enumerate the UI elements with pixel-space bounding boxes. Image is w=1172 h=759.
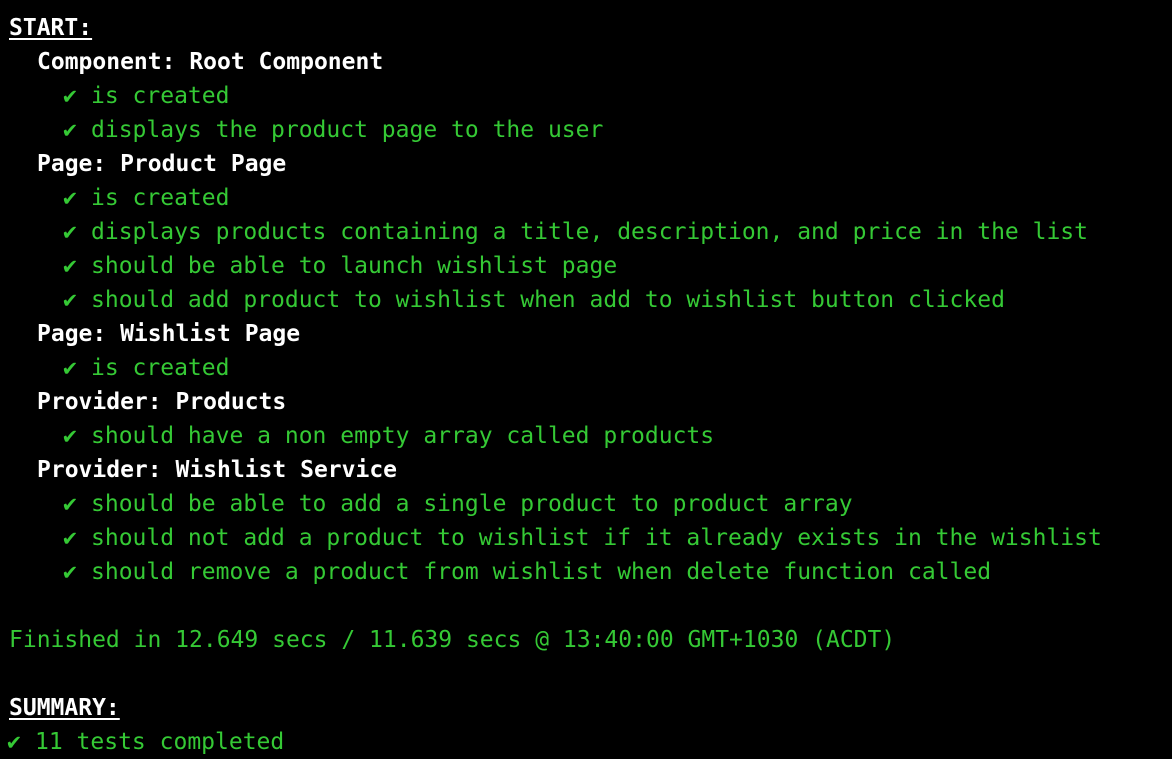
test-name: should not add a product to wishlist if …	[91, 525, 1102, 551]
summary-result-text: 11 tests completed	[35, 729, 285, 755]
test-name: displays products containing a title, de…	[91, 219, 1088, 245]
check-icon: ✔	[63, 185, 77, 211]
check-icon: ✔	[7, 729, 21, 755]
test-name: is created	[91, 83, 230, 109]
check-icon: ✔	[63, 287, 77, 313]
check-icon: ✔	[63, 491, 77, 517]
test-result: ✔ displays products containing a title, d…	[0, 215, 1172, 249]
suite-title: Provider: Products	[37, 389, 287, 415]
check-icon: ✔	[63, 423, 77, 449]
test-result: ✔ is created	[0, 181, 1172, 215]
test-name: should remove a product from wishlist wh…	[91, 559, 992, 585]
test-result: ✔ should add product to wishlist when add…	[0, 283, 1172, 317]
suite-title: Page: Product Page	[37, 151, 287, 177]
test-name: should be able to add a single product t…	[91, 491, 853, 517]
check-icon: ✔	[63, 559, 77, 585]
suite-title: Component: Root Component	[37, 49, 384, 75]
check-icon: ✔	[63, 525, 77, 551]
check-icon: ✔	[63, 83, 77, 109]
test-name: displays the product page to the user	[91, 117, 604, 143]
test-result: ✔ should have a non empty array called pr…	[0, 419, 1172, 453]
test-result: ✔ should be able to launch wishlist page	[0, 249, 1172, 283]
start-heading: START:	[9, 15, 93, 41]
check-icon: ✔	[63, 219, 77, 245]
test-name: is created	[91, 185, 230, 211]
test-name: should have a non empty array called pro…	[91, 423, 715, 449]
terminal-output: START: Component: Root Component ✔ is cre…	[0, 0, 1172, 758]
test-result: ✔ should not add a product to wishlist if…	[0, 521, 1172, 555]
summary-result: ✔ 11 tests completed	[0, 725, 1172, 759]
test-name: should add product to wishlist when add …	[91, 287, 1005, 313]
check-icon: ✔	[63, 355, 77, 381]
test-result: ✔ is created	[0, 79, 1172, 113]
suite-title: Provider: Wishlist Service	[37, 457, 398, 483]
test-result: ✔ should be able to add a single product …	[0, 487, 1172, 521]
check-icon: ✔	[63, 253, 77, 279]
check-icon: ✔	[63, 117, 77, 143]
suite-title: Page: Wishlist Page	[37, 321, 301, 347]
summary-heading: SUMMARY:	[9, 695, 120, 721]
test-name: is created	[91, 355, 230, 381]
test-result: ✔ is created	[0, 351, 1172, 385]
finished-timing: Finished in 12.649 secs / 11.639 secs @ …	[9, 627, 896, 653]
test-name: should be able to launch wishlist page	[91, 253, 618, 279]
test-result: ✔ should remove a product from wishlist w…	[0, 555, 1172, 589]
test-result: ✔ displays the product page to the user	[0, 113, 1172, 147]
